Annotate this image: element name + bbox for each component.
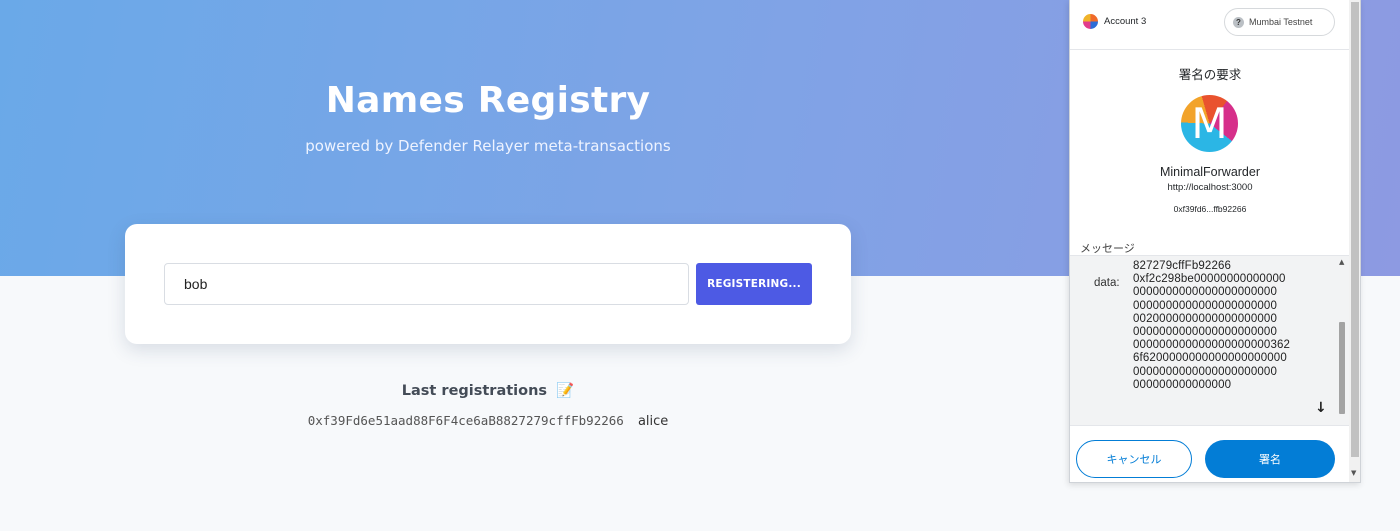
account-avatar-icon [1083,14,1098,29]
message-line: 000000000000000 [1133,378,1232,391]
last-registrations-title: Last registrations [401,383,548,399]
message-line: 000000000000000000000362 [1133,339,1291,352]
last-registrations-heading: Last registrations 📝 [0,382,976,399]
scroll-down-icon[interactable]: ▼ [1351,469,1356,477]
message-line: 827279cffFb92266 [1133,260,1232,272]
sign-button[interactable]: 署名 [1205,440,1335,478]
network-help-icon: ? [1233,17,1244,28]
message-line: 6f6200000000000000000000 [1133,352,1287,365]
register-button[interactable]: REGISTERING... [696,263,812,305]
registration-row: 0xf39Fd6e51aad88F6F4ce6aB8827279cffFb922… [0,413,976,429]
message-scrollbar[interactable]: ▲ [1337,256,1349,425]
message-scrollbar-thumb[interactable] [1339,322,1345,414]
wallet-scrollbar-thumb[interactable] [1351,2,1359,457]
message-box[interactable]: data: 827279cffFb92266 0xf2c298be0000000… [1070,255,1350,426]
message-data-key: data: [1094,277,1120,289]
page-title: Names Registry [325,80,651,121]
message-line: 0000000000000000000000 [1133,299,1278,312]
network-name: Mumbai Testnet [1249,17,1313,27]
memo-icon: 📝 [556,383,575,399]
network-selector[interactable]: ? Mumbai Testnet [1224,8,1335,36]
message-data-lines: 827279cffFb92266 0xf2c298be0000000000000… [1133,260,1290,392]
name-input[interactable] [164,263,689,305]
cancel-button[interactable]: キャンセル [1076,440,1192,478]
page-subtitle: powered by Defender Relayer meta-transac… [305,137,671,155]
contract-address: 0xf39fd6...ffb92266 [1173,204,1247,214]
app-origin: http://localhost:3000 [1167,182,1253,193]
scroll-up-icon[interactable]: ▲ [1339,258,1344,266]
message-line: 0xf2c298be00000000000000 [1133,273,1286,286]
app-name: MinimalForwarder [1159,165,1261,179]
account-name: Account 3 [1104,16,1147,27]
message-label: メッセージ [1080,242,1135,255]
message-line: 0000000000000000000000 [1133,326,1278,339]
wallet-header: Account 3 ? Mumbai Testnet [1070,0,1350,50]
wallet-scrollbar[interactable]: ▼ [1349,0,1360,482]
message-line: 0000000000000000000000 [1133,286,1278,299]
scroll-down-arrow-icon[interactable]: ↓ [1315,400,1327,416]
register-card: REGISTERING... [125,224,851,344]
registration-address: 0xf39Fd6e51aad88F6F4ce6aB8827279cffFb922… [307,413,624,428]
wallet-popup: Account 3 ? Mumbai Testnet 署名の要求 M Minim… [1069,0,1361,483]
message-line: 0000000000000000000000 [1133,365,1278,378]
app-logo-icon: M [1181,95,1238,152]
app-logo-letter: M [1191,99,1228,148]
signature-request-title: 署名の要求 [1178,67,1242,82]
registration-name: alice [637,414,669,429]
message-line: 0020000000000000000000 [1133,312,1278,325]
